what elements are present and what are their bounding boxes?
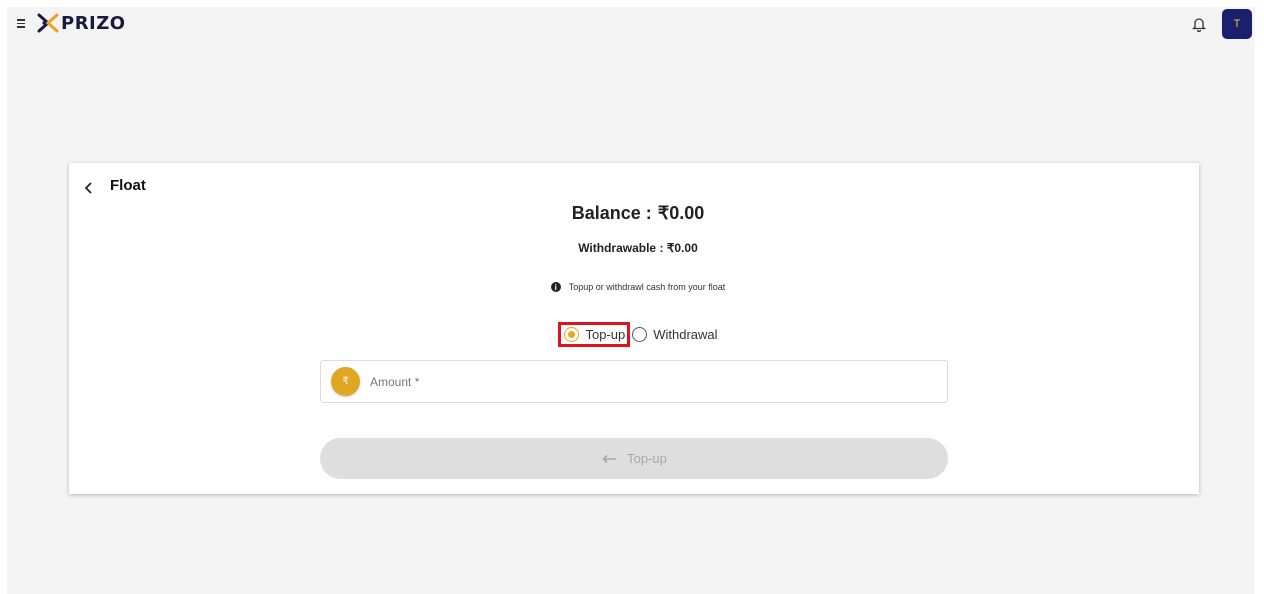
logo: PRIZO (37, 12, 126, 34)
app-container: PRIZO T Float Balance : ₹0.00 Withdrawabl… (7, 7, 1255, 594)
top-bar: PRIZO T (7, 7, 1255, 43)
info-icon: i (550, 282, 561, 292)
info-row: i Topup or withdrawl cash from your floa… (69, 282, 1207, 292)
logo-text: PRIZO (61, 12, 126, 34)
balance-value: ₹0.00 (657, 203, 705, 223)
withdrawable-value: ₹0.00 (666, 241, 698, 255)
radio-button-selected[interactable] (564, 327, 580, 342)
amount-field[interactable]: ₹ Amount * (320, 360, 948, 403)
topup-submit-button[interactable]: Top-up (320, 438, 948, 479)
radio-button-unselected[interactable] (632, 327, 648, 342)
info-text: Topup or withdrawl cash from your float (568, 282, 726, 292)
balance: Balance : ₹0.00 (69, 203, 1207, 224)
logo-mark-icon (37, 13, 59, 33)
back-button[interactable] (80, 179, 96, 197)
withdrawable: Withdrawable : ₹0.00 (69, 241, 1207, 255)
page-title: Float (110, 177, 146, 194)
chevron-left-icon (84, 182, 92, 194)
radio-topup[interactable]: Top-up (558, 322, 631, 347)
transaction-type-radio-group: Top-up Withdrawal (69, 322, 1207, 347)
withdrawable-label: Withdrawable : (578, 241, 664, 255)
radio-withdrawal[interactable]: Withdrawal (632, 327, 718, 342)
rupee-icon: ₹ (331, 367, 360, 396)
notification-bell-icon[interactable] (1192, 16, 1206, 32)
radio-topup-label: Top-up (585, 327, 626, 342)
radio-withdrawal-label: Withdrawal (653, 327, 718, 342)
float-card: Float Balance : ₹0.00 Withdrawable : ₹0.0… (69, 163, 1199, 494)
avatar[interactable]: T (1222, 9, 1252, 39)
menu-icon[interactable] (15, 16, 29, 30)
amount-placeholder: Amount * (370, 374, 420, 389)
arrow-left-icon (601, 454, 617, 464)
avatar-initial: T (1233, 18, 1241, 30)
submit-label: Top-up (627, 451, 667, 466)
balance-label: Balance : (571, 203, 652, 223)
